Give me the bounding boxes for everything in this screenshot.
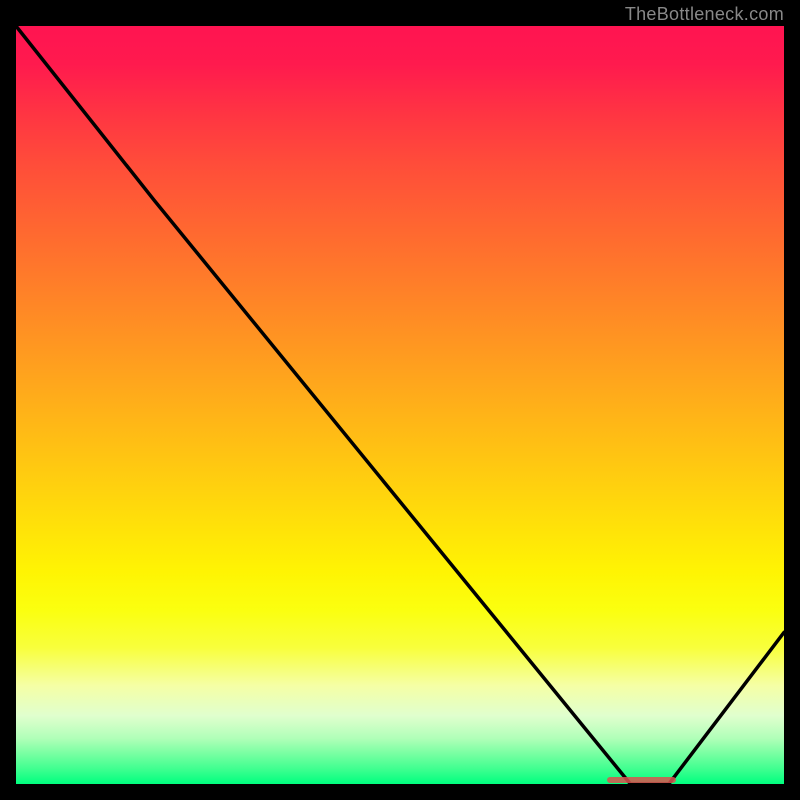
watermark-text: TheBottleneck.com <box>625 4 784 25</box>
chart-area <box>16 26 784 784</box>
minimum-indicator <box>607 777 676 783</box>
curve-line <box>16 26 784 784</box>
